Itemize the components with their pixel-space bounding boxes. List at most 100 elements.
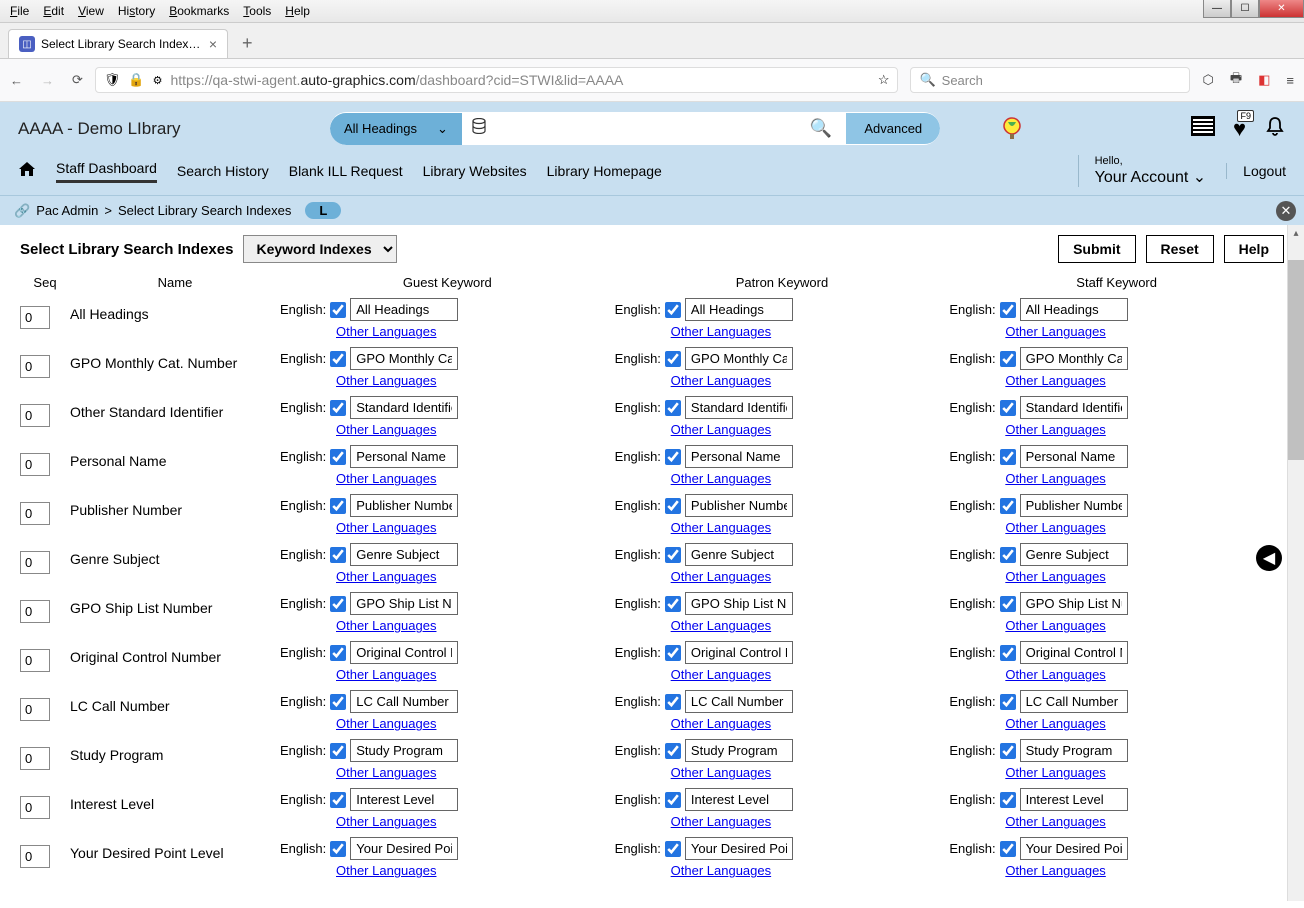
kw-checkbox-guest[interactable] (330, 547, 346, 563)
other-languages-link[interactable]: Other Languages (336, 716, 436, 731)
seq-input[interactable] (20, 845, 50, 868)
scroll-thumb[interactable] (1288, 260, 1304, 460)
nav-staff-dashboard[interactable]: Staff Dashboard (56, 160, 157, 183)
reload-button[interactable]: ⟳ (72, 72, 83, 88)
kw-checkbox-patron[interactable] (665, 351, 681, 367)
help-button[interactable]: Help (1224, 235, 1284, 263)
other-languages-link[interactable]: Other Languages (671, 324, 771, 339)
kw-input-patron[interactable] (685, 396, 793, 419)
notifications-icon[interactable] (1264, 115, 1286, 143)
breadcrumb-close-icon[interactable]: ✕ (1276, 201, 1296, 221)
nav-search-history[interactable]: Search History (177, 163, 269, 179)
menu-file[interactable]: File (4, 2, 35, 20)
catalog-search-input[interactable] (496, 113, 796, 144)
kw-checkbox-staff[interactable] (1000, 596, 1016, 612)
menu-edit[interactable]: Edit (37, 2, 70, 20)
kw-checkbox-patron[interactable] (665, 547, 681, 563)
kw-checkbox-patron[interactable] (665, 841, 681, 857)
other-languages-link[interactable]: Other Languages (1005, 814, 1105, 829)
nav-library-homepage[interactable]: Library Homepage (547, 163, 662, 179)
database-icon[interactable] (462, 118, 496, 139)
other-languages-link[interactable]: Other Languages (1005, 716, 1105, 731)
kw-checkbox-patron[interactable] (665, 449, 681, 465)
kw-input-staff[interactable] (1020, 347, 1128, 370)
kw-checkbox-guest[interactable] (330, 596, 346, 612)
new-tab-button[interactable]: + (234, 33, 261, 54)
kw-checkbox-patron[interactable] (665, 743, 681, 759)
kw-checkbox-staff[interactable] (1000, 792, 1016, 808)
kw-checkbox-guest[interactable] (330, 449, 346, 465)
seq-input[interactable] (20, 747, 50, 770)
kw-input-patron[interactable] (685, 543, 793, 566)
seq-input[interactable] (20, 698, 50, 721)
kw-input-staff[interactable] (1020, 396, 1128, 419)
menu-history[interactable]: History (112, 2, 161, 20)
kw-checkbox-staff[interactable] (1000, 694, 1016, 710)
bookmark-star-icon[interactable]: ☆ (878, 72, 890, 88)
other-languages-link[interactable]: Other Languages (1005, 422, 1105, 437)
kw-input-patron[interactable] (685, 592, 793, 615)
list-view-icon[interactable] (1191, 116, 1215, 142)
kw-checkbox-patron[interactable] (665, 498, 681, 514)
home-icon[interactable] (18, 161, 36, 182)
kw-checkbox-staff[interactable] (1000, 547, 1016, 563)
kw-checkbox-staff[interactable] (1000, 302, 1016, 318)
kw-input-guest[interactable] (350, 494, 458, 517)
kw-input-guest[interactable] (350, 739, 458, 762)
other-languages-link[interactable]: Other Languages (336, 520, 436, 535)
other-languages-link[interactable]: Other Languages (671, 667, 771, 682)
submit-button[interactable]: Submit (1058, 235, 1135, 263)
kw-checkbox-patron[interactable] (665, 302, 681, 318)
app-menu-icon[interactable]: ≡ (1286, 73, 1294, 88)
shield-icon[interactable]: 🛡 (104, 72, 121, 88)
tab-close-icon[interactable]: × (209, 36, 217, 52)
kw-checkbox-staff[interactable] (1000, 645, 1016, 661)
kw-input-guest[interactable] (350, 641, 458, 664)
kw-input-guest[interactable] (350, 592, 458, 615)
other-languages-link[interactable]: Other Languages (671, 471, 771, 486)
window-close[interactable]: ✕ (1259, 0, 1304, 18)
kw-input-patron[interactable] (685, 347, 793, 370)
seq-input[interactable] (20, 306, 50, 329)
kw-input-patron[interactable] (685, 788, 793, 811)
other-languages-link[interactable]: Other Languages (1005, 373, 1105, 388)
kw-checkbox-patron[interactable] (665, 645, 681, 661)
kw-input-patron[interactable] (685, 494, 793, 517)
other-languages-link[interactable]: Other Languages (336, 569, 436, 584)
reset-button[interactable]: Reset (1146, 235, 1214, 263)
kw-input-patron[interactable] (685, 837, 793, 860)
other-languages-link[interactable]: Other Languages (336, 373, 436, 388)
other-languages-link[interactable]: Other Languages (1005, 324, 1105, 339)
kw-input-staff[interactable] (1020, 641, 1128, 664)
other-languages-link[interactable]: Other Languages (671, 765, 771, 780)
favorites-icon[interactable]: ♥F9 (1233, 116, 1246, 142)
other-languages-link[interactable]: Other Languages (671, 520, 771, 535)
seq-input[interactable] (20, 551, 50, 574)
kw-checkbox-patron[interactable] (665, 792, 681, 808)
kw-checkbox-guest[interactable] (330, 498, 346, 514)
other-languages-link[interactable]: Other Languages (671, 569, 771, 584)
kw-checkbox-guest[interactable] (330, 302, 346, 318)
kw-input-guest[interactable] (350, 298, 458, 321)
kw-checkbox-staff[interactable] (1000, 449, 1016, 465)
menu-bookmarks[interactable]: Bookmarks (163, 2, 235, 20)
print-icon[interactable]: 🖶 (1230, 69, 1242, 91)
kw-input-patron[interactable] (685, 739, 793, 762)
advanced-search-button[interactable]: Advanced (846, 113, 940, 144)
kw-input-guest[interactable] (350, 690, 458, 713)
balloon-icon[interactable] (1002, 116, 1022, 142)
kw-input-staff[interactable] (1020, 494, 1128, 517)
kw-checkbox-guest[interactable] (330, 645, 346, 661)
kw-input-staff[interactable] (1020, 298, 1128, 321)
window-minimize[interactable]: — (1203, 0, 1231, 18)
kw-input-guest[interactable] (350, 347, 458, 370)
nav-blank-ill[interactable]: Blank ILL Request (289, 163, 403, 179)
kw-input-patron[interactable] (685, 445, 793, 468)
other-languages-link[interactable]: Other Languages (336, 765, 436, 780)
kw-checkbox-guest[interactable] (330, 792, 346, 808)
logout-link[interactable]: Logout (1226, 163, 1286, 179)
menu-tools[interactable]: Tools (237, 2, 277, 20)
menu-help[interactable]: Help (279, 2, 316, 20)
other-languages-link[interactable]: Other Languages (1005, 569, 1105, 584)
other-languages-link[interactable]: Other Languages (336, 471, 436, 486)
